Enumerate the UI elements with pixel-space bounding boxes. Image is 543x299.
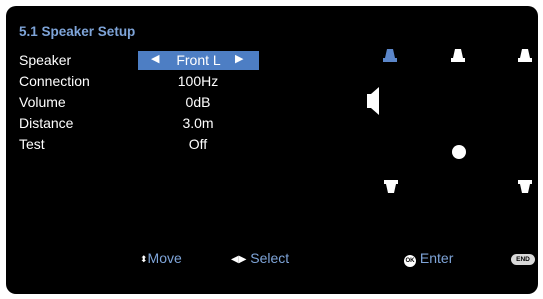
select-hint: ◀▶ Select xyxy=(231,250,289,266)
move-label: Move xyxy=(147,250,182,266)
right-arrow-icon[interactable]: ▶ xyxy=(235,52,243,65)
speaker-rear-left-icon xyxy=(384,180,398,193)
speaker-center-icon xyxy=(451,49,465,62)
speaker-selector[interactable]: ◀ Front L ▶ xyxy=(138,51,259,70)
distance-value[interactable]: 3.0m xyxy=(138,115,258,131)
updown-arrow-icon: ⬍ xyxy=(140,254,148,264)
volume-label: Volume xyxy=(19,94,66,110)
ok-icon: OK xyxy=(404,255,416,267)
speaker-side-icon xyxy=(367,87,379,115)
speaker-label: Speaker xyxy=(19,52,72,68)
speaker-front-right-icon xyxy=(518,49,532,62)
speaker-rear-right-icon xyxy=(518,180,532,193)
listener-icon xyxy=(452,145,466,159)
test-label: Test xyxy=(19,136,45,152)
move-hint: ⬍Move xyxy=(140,250,182,266)
leftright-arrow-icon: ◀▶ xyxy=(231,254,247,265)
volume-value[interactable]: 0dB xyxy=(138,94,258,110)
test-value[interactable]: Off xyxy=(138,136,258,152)
distance-label: Distance xyxy=(19,115,74,131)
osd-screen: 5.1 Speaker Setup Speaker Connection Vol… xyxy=(6,6,538,294)
select-label: Select xyxy=(250,250,290,266)
enter-label: Enter xyxy=(419,250,454,266)
connection-value[interactable]: 100Hz xyxy=(138,73,258,89)
enter-hint: OK Enter xyxy=(404,250,453,267)
end-button[interactable]: END xyxy=(511,254,535,265)
connection-label: Connection xyxy=(19,73,90,89)
menu-title: 5.1 Speaker Setup xyxy=(19,24,136,39)
speaker-front-left-icon xyxy=(383,49,397,62)
